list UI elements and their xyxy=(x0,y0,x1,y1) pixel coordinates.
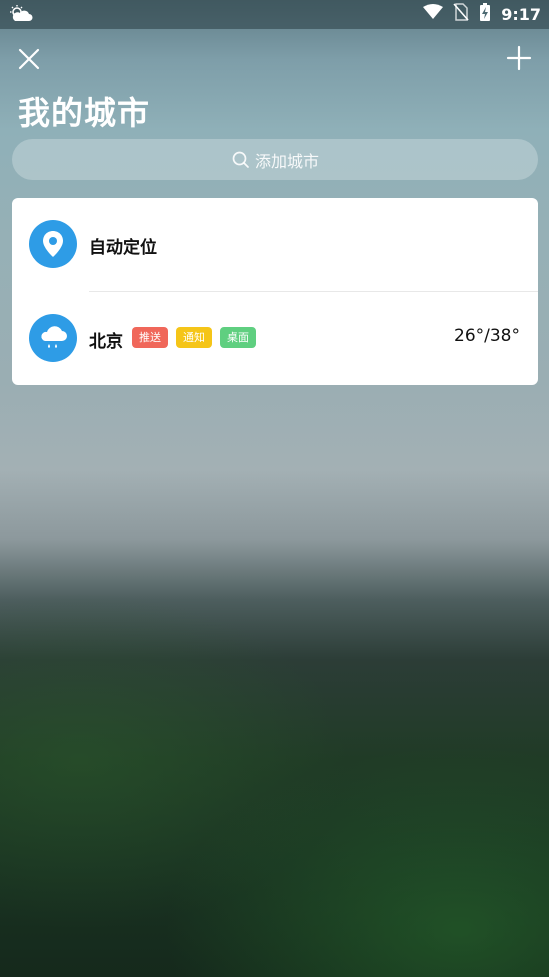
plus-icon xyxy=(506,45,532,71)
city-row-beijing[interactable]: 北京 推送 通知 桌面 26°/38° xyxy=(12,292,538,385)
add-city-button[interactable] xyxy=(505,44,533,72)
status-time: 9:17 xyxy=(501,4,541,24)
status-bar: 9:17 xyxy=(0,0,549,29)
city-name: 自动定位 xyxy=(89,238,157,258)
rain-cloud-icon xyxy=(29,314,77,362)
search-bar[interactable]: 添加城市 xyxy=(12,139,538,180)
city-list-card: 自动定位 北京 推送 通知 桌面 26°/38° xyxy=(12,198,538,385)
battery-charging-icon xyxy=(479,2,491,26)
no-sim-icon xyxy=(453,3,469,25)
temperature-range: 26°/38° xyxy=(454,326,520,346)
weather-notification-icon xyxy=(8,4,34,24)
tag-notification[interactable]: 通知 xyxy=(176,327,212,348)
city-row-auto-location[interactable]: 自动定位 xyxy=(12,198,538,291)
city-name: 北京 xyxy=(89,332,123,352)
city-tags: 推送 通知 桌面 xyxy=(132,327,256,348)
search-icon xyxy=(232,151,249,168)
search-placeholder: 添加城市 xyxy=(254,151,319,171)
wifi-icon xyxy=(423,4,444,24)
tag-desktop[interactable]: 桌面 xyxy=(220,327,256,348)
page-title: 我的城市 xyxy=(18,94,151,132)
close-button[interactable] xyxy=(16,46,42,72)
close-icon xyxy=(18,48,40,70)
location-pin-icon xyxy=(29,220,77,268)
tag-push[interactable]: 推送 xyxy=(132,327,168,348)
